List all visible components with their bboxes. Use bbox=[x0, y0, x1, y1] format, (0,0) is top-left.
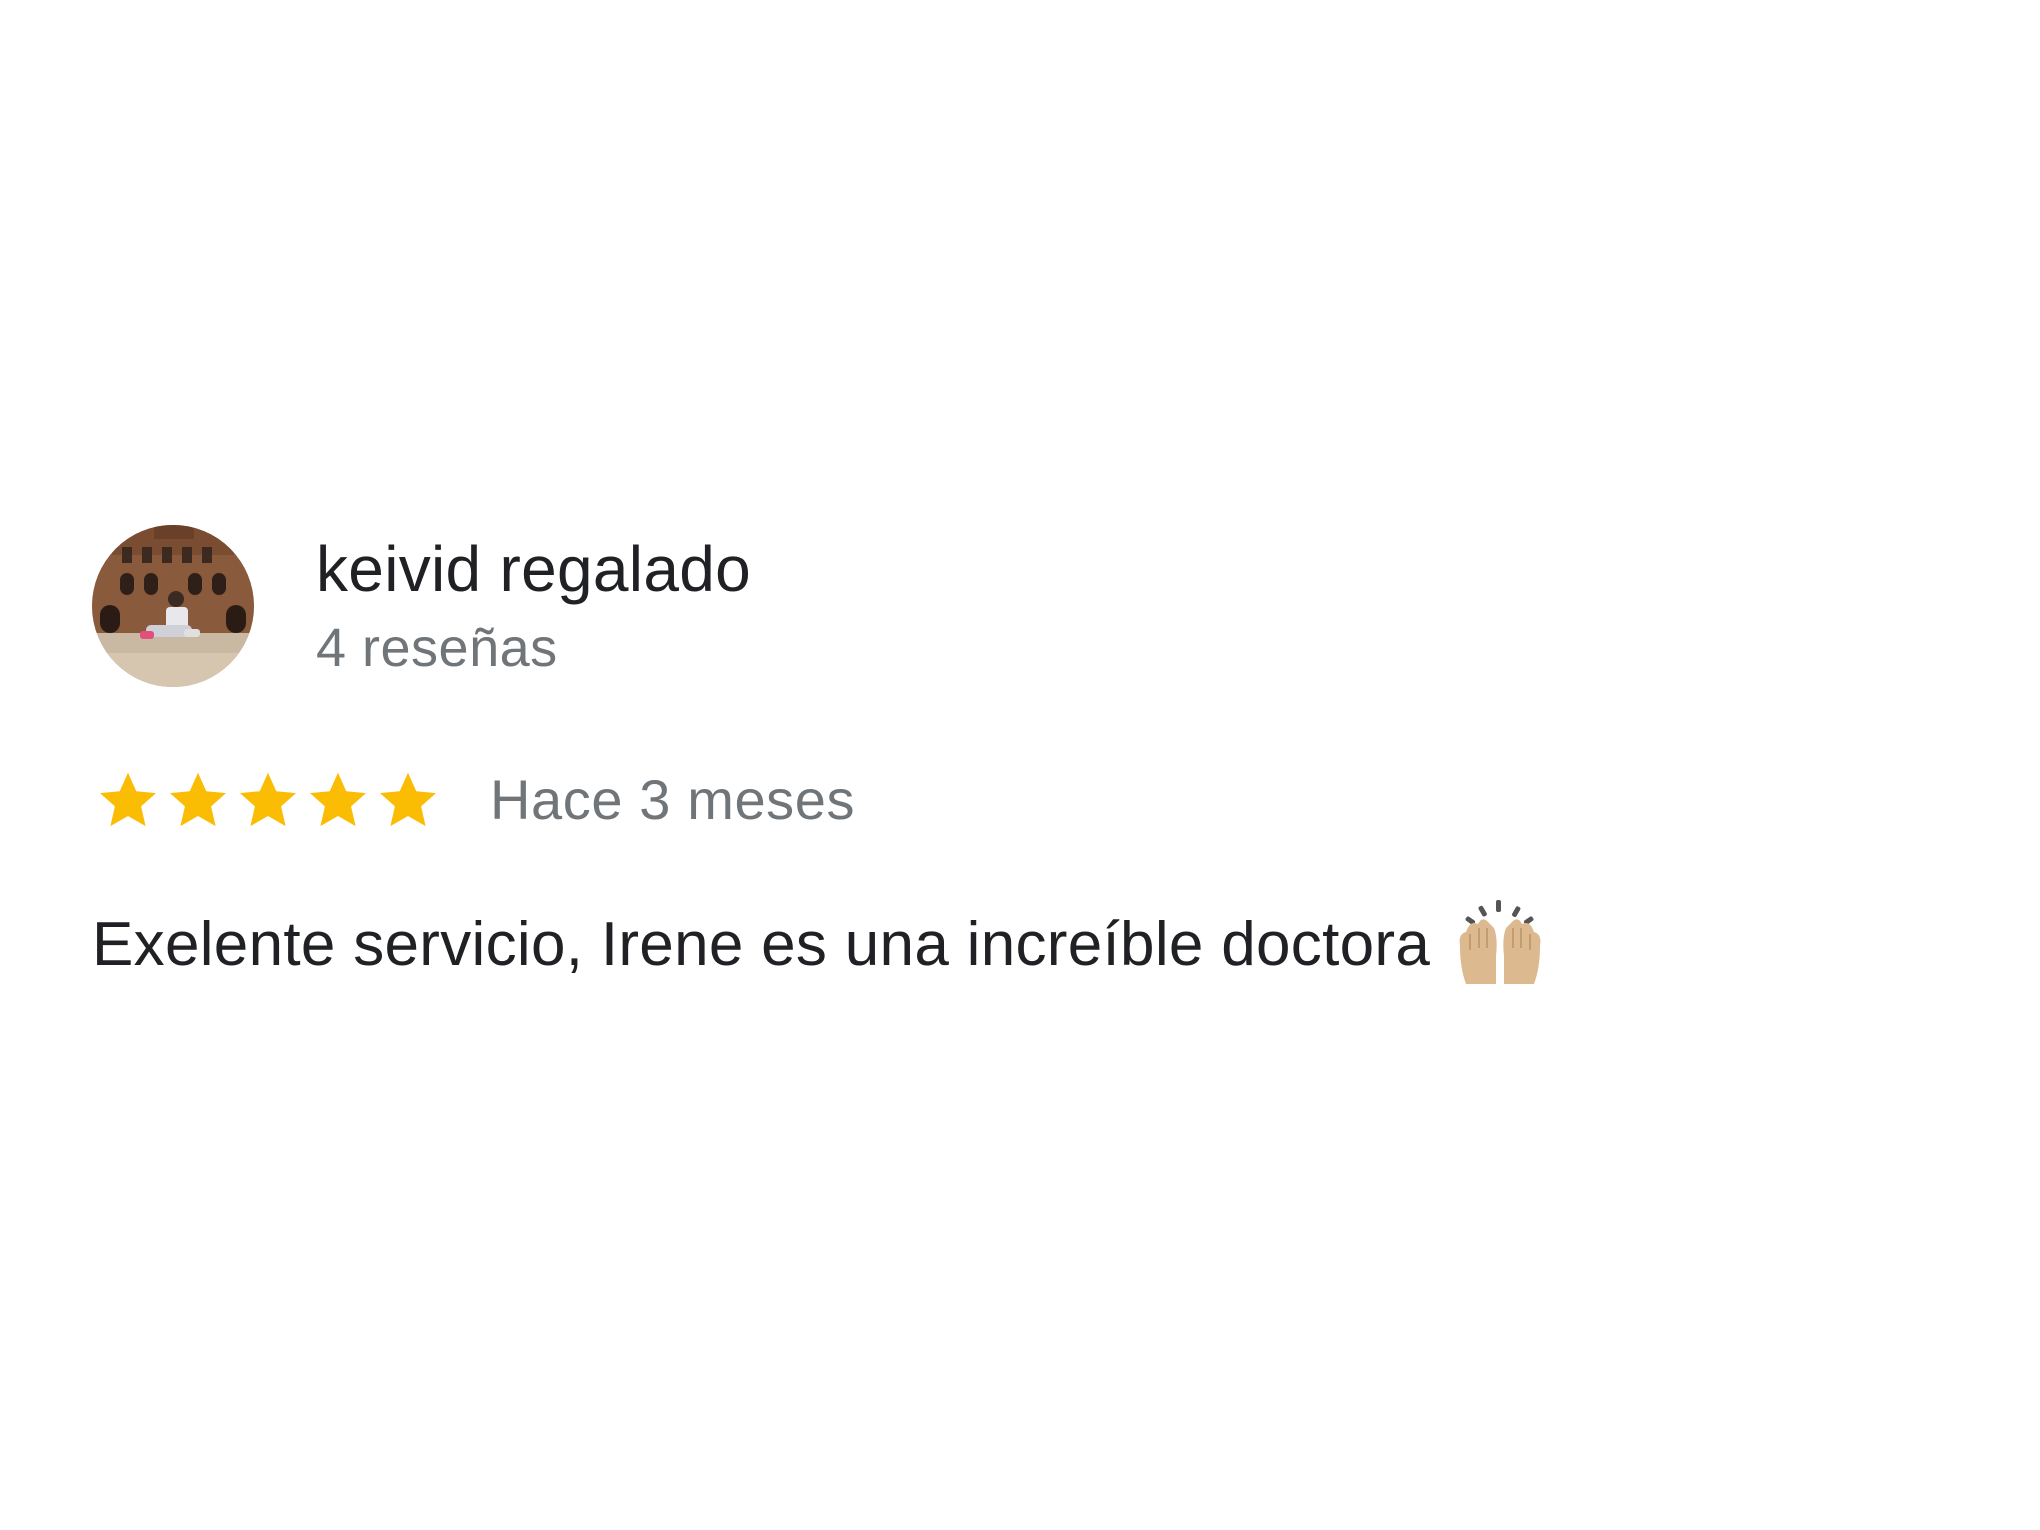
star-icon bbox=[96, 768, 160, 832]
avatar-photo bbox=[92, 525, 254, 687]
star-icon bbox=[306, 768, 370, 832]
review-body: Exelente servicio, Irene es una increíbl… bbox=[92, 898, 1952, 990]
rating-row: Hace 3 meses bbox=[96, 767, 1952, 832]
star-rating bbox=[96, 768, 446, 832]
star-icon bbox=[236, 768, 300, 832]
star-icon bbox=[166, 768, 230, 832]
author-block: keivid regalado 4 reseñas bbox=[316, 534, 751, 678]
review-header: keivid regalado 4 reseñas bbox=[92, 525, 1952, 687]
raising-hands-icon bbox=[1452, 898, 1548, 990]
review-text: Exelente servicio, Irene es una increíbl… bbox=[92, 909, 1431, 979]
author-review-count: 4 reseñas bbox=[316, 617, 558, 678]
avatar[interactable] bbox=[92, 525, 254, 687]
review-card: keivid regalado 4 reseñas Hace 3 meses E… bbox=[92, 525, 1952, 990]
author-name[interactable]: keivid regalado bbox=[316, 534, 751, 605]
star-icon bbox=[376, 768, 440, 832]
review-date: Hace 3 meses bbox=[490, 768, 856, 831]
